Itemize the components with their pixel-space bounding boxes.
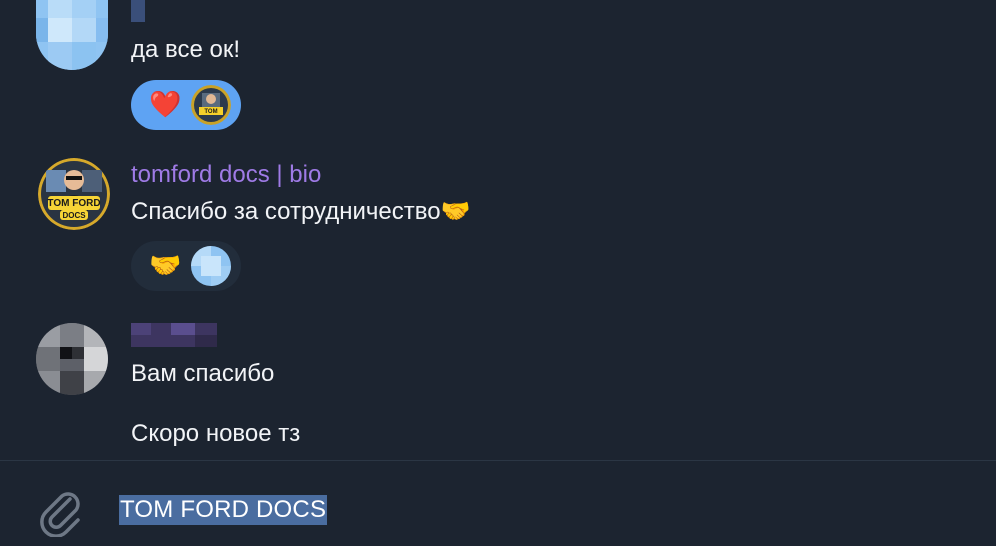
- heart-emoji: ❤️: [149, 90, 182, 120]
- user-avatar-blurred[interactable]: [36, 0, 108, 70]
- sender-avatar[interactable]: TOM FORD DOCS: [38, 158, 110, 230]
- reactor-avatar-blurred: [191, 246, 232, 286]
- message-composer: TOM FORD DOCS: [0, 461, 996, 546]
- message-text: Вам спасибо: [131, 360, 275, 387]
- sender-name[interactable]: tomford docs | bio: [131, 161, 321, 189]
- blurred-sender-name: [131, 323, 217, 347]
- user-avatar-blurred[interactable]: [36, 323, 108, 395]
- badge-line1: TOM FORD: [47, 198, 100, 209]
- message-text: да все ок!: [131, 36, 241, 63]
- message-input[interactable]: TOM FORD DOCS: [119, 495, 328, 525]
- reaction-handshake[interactable]: 🤝: [131, 241, 241, 291]
- message-text: Скоро новое тз: [131, 420, 301, 447]
- message-text: Спасибо за сотрудничество🤝: [131, 198, 471, 225]
- reaction-heart[interactable]: ❤️ TOM: [131, 80, 241, 130]
- blurred-sender-name: [131, 0, 145, 22]
- message-list[interactable]: да все ок! ❤️ TOM TOM FORD DOCS tomford …: [0, 0, 996, 460]
- badge-line2: DOCS: [62, 211, 86, 220]
- handshake-emoji: 🤝: [149, 251, 182, 281]
- reactor-avatar: TOM: [191, 85, 232, 125]
- paperclip-icon[interactable]: [34, 485, 86, 538]
- svg-text:TOM: TOM: [205, 109, 218, 115]
